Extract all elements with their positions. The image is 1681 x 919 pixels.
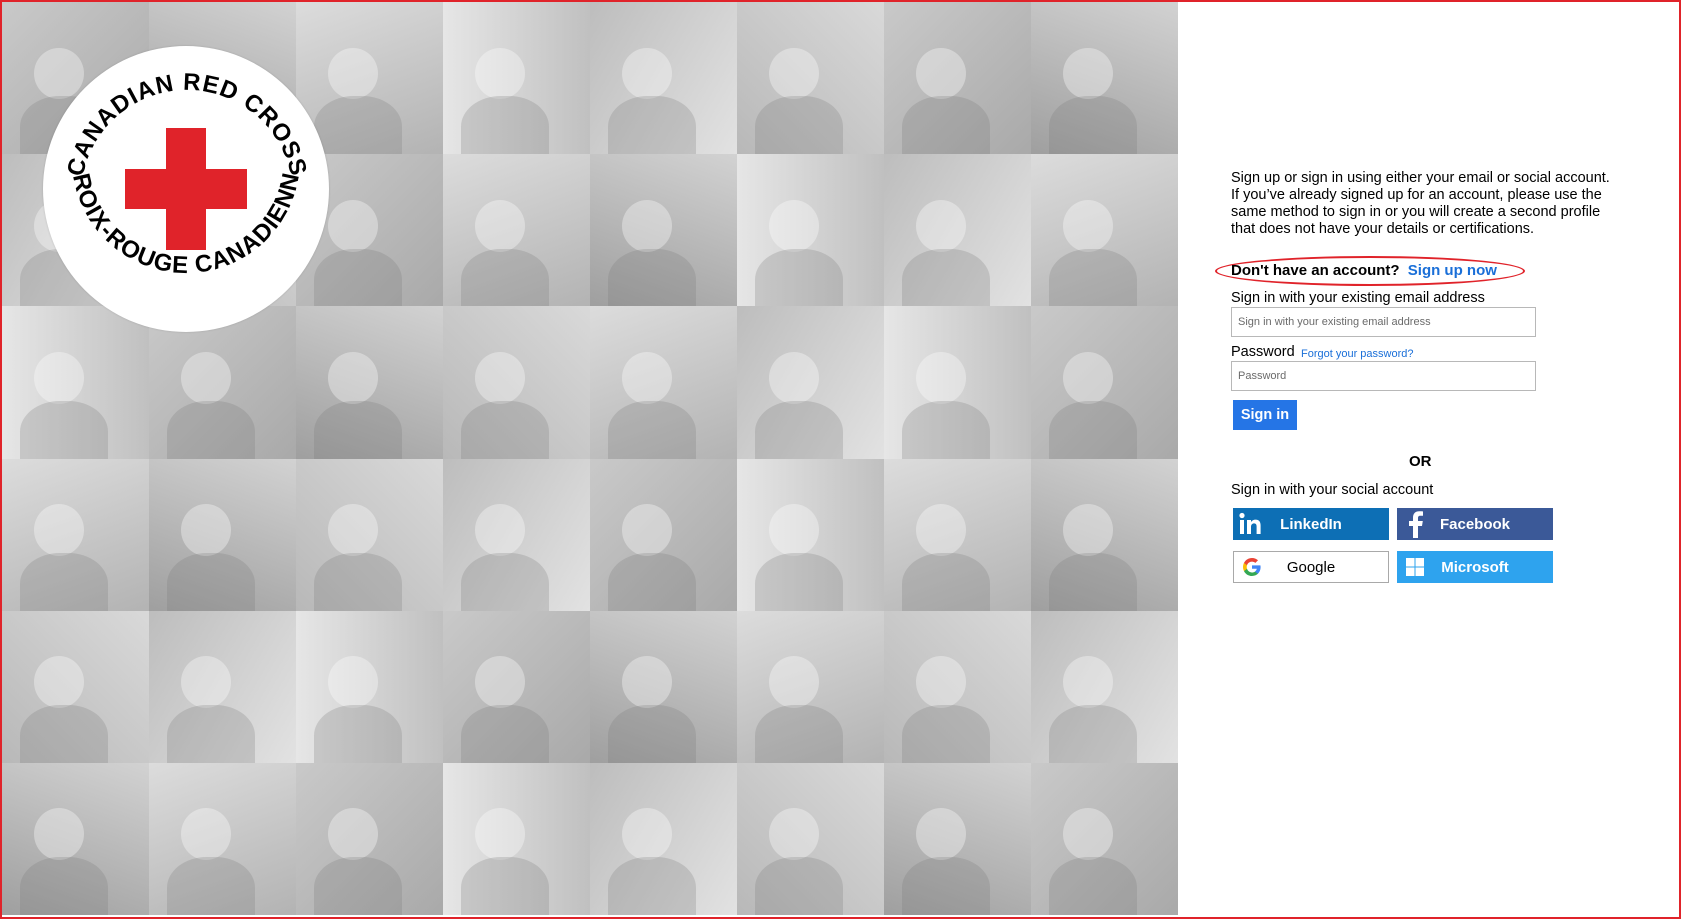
or-divider: OR: [1409, 453, 1432, 470]
signup-prompt-text: Don't have an account?: [1231, 262, 1400, 279]
collage-photo: [296, 610, 443, 763]
signup-prompt: Don't have an account? Sign up now: [1231, 262, 1497, 279]
collage-photo: [1031, 458, 1178, 611]
collage-photo: [1031, 762, 1178, 915]
collage-photo: [590, 306, 737, 459]
linkedin-label: LinkedIn: [1280, 515, 1342, 533]
collage-photo: [443, 154, 590, 307]
collage-photo: [884, 458, 1031, 611]
collage-photo: [590, 2, 737, 155]
collage-photo: [590, 762, 737, 915]
collage-photo: [884, 2, 1031, 155]
collage-photo: [149, 458, 296, 611]
collage-photo: [296, 762, 443, 915]
collage-photo: [443, 610, 590, 763]
email-field[interactable]: [1231, 307, 1536, 337]
collage-photo: [737, 610, 884, 763]
red-cross-logo: CANADIAN RED CROSS CROIX-ROUGE CANADIENN…: [43, 46, 329, 332]
red-cross-icon: [125, 128, 247, 250]
microsoft-icon: [1397, 551, 1433, 583]
collage-photo: [2, 762, 149, 915]
sign-up-now-link[interactable]: Sign up now: [1408, 262, 1497, 279]
collage-photo: [1031, 154, 1178, 307]
facebook-label: Facebook: [1439, 515, 1511, 533]
google-button[interactable]: Google: [1233, 551, 1389, 583]
collage-photo: [884, 154, 1031, 307]
collage-photo: [149, 610, 296, 763]
collage-photo: [737, 762, 884, 915]
email-label: Sign in with your existing email address: [1231, 290, 1485, 306]
collage-photo: [149, 762, 296, 915]
forgot-password-link[interactable]: Forgot your password?: [1301, 348, 1414, 360]
collage-photo: [737, 458, 884, 611]
sign-in-panel: Sign up or sign in using either your ema…: [1215, 0, 1651, 915]
collage-photo: [1031, 306, 1178, 459]
collage-photo: [1031, 610, 1178, 763]
collage-photo: [443, 306, 590, 459]
facebook-icon: [1397, 508, 1433, 540]
collage-photo: [443, 762, 590, 915]
facebook-button[interactable]: Facebook: [1397, 508, 1553, 540]
social-label: Sign in with your social account: [1231, 482, 1434, 498]
google-label: Google: [1286, 558, 1336, 576]
microsoft-label: Microsoft: [1441, 558, 1509, 576]
linkedin-icon: [1233, 508, 1269, 540]
collage-photo: [1031, 2, 1178, 155]
linkedin-button[interactable]: LinkedIn: [1233, 508, 1389, 540]
collage-photo: [296, 458, 443, 611]
collage-photo: [2, 458, 149, 611]
collage-photo: [737, 306, 884, 459]
collage-photo: [443, 458, 590, 611]
collage-photo: [884, 610, 1031, 763]
collage-photo: [590, 610, 737, 763]
password-label: Password: [1231, 344, 1295, 360]
sign-in-button[interactable]: Sign in: [1233, 400, 1297, 430]
collage-photo: [2, 610, 149, 763]
microsoft-button[interactable]: Microsoft: [1397, 551, 1553, 583]
collage-photo: [884, 762, 1031, 915]
collage-photo: [443, 2, 590, 155]
google-icon: [1234, 551, 1270, 583]
collage-photo: [884, 306, 1031, 459]
collage-photo: [737, 154, 884, 307]
collage-photo: [737, 2, 884, 155]
password-field[interactable]: [1231, 361, 1536, 391]
collage-photo: [590, 458, 737, 611]
collage-photo: [590, 154, 737, 307]
intro-text: Sign up or sign in using either your ema…: [1231, 170, 1610, 237]
